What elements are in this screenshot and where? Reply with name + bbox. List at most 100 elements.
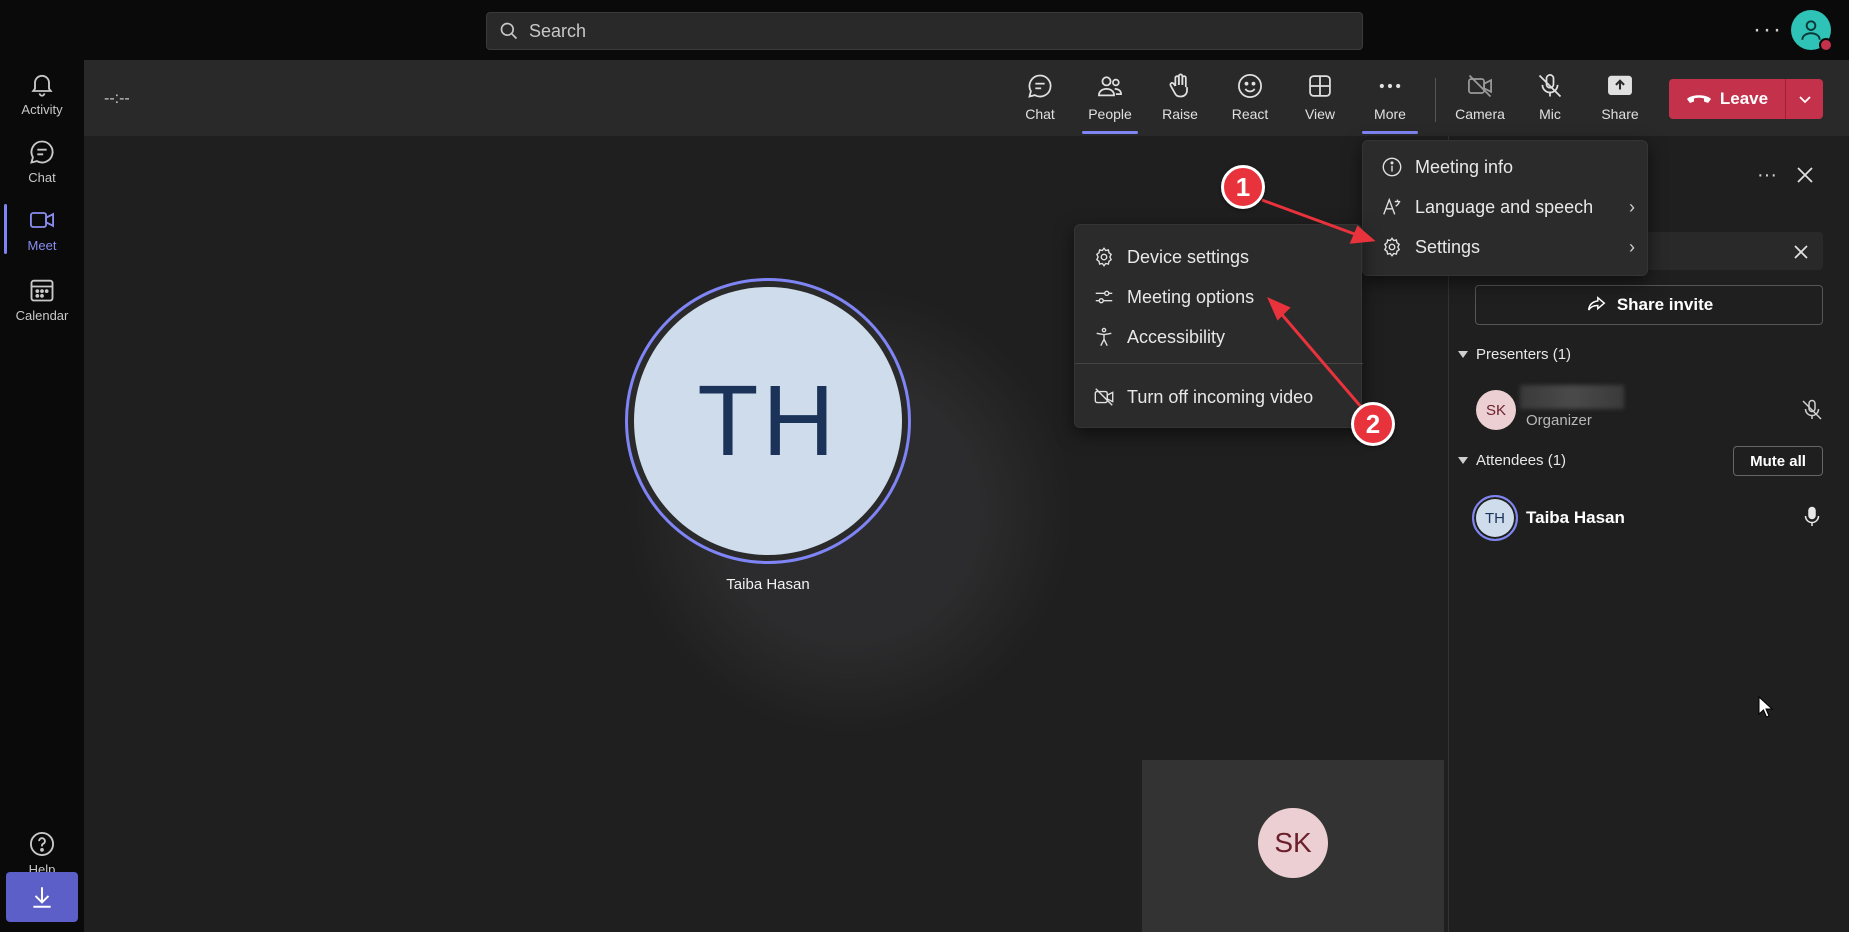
leave-options-dropdown[interactable] bbox=[1786, 79, 1823, 119]
status-badge bbox=[1819, 38, 1833, 52]
caret-down-icon bbox=[1458, 457, 1468, 464]
participant-name: Taiba Hasan bbox=[726, 576, 810, 593]
caret-down-icon bbox=[1458, 351, 1468, 358]
menu-item-device-settings[interactable]: Device settings bbox=[1075, 237, 1363, 277]
participant-tile-main[interactable]: TH bbox=[625, 278, 911, 564]
mic-icon bbox=[1804, 506, 1820, 526]
chevron-right-icon: › bbox=[1629, 236, 1635, 257]
rail-item-label: Meet bbox=[27, 237, 57, 253]
share-screen-icon bbox=[1608, 75, 1632, 96]
app-rail: Activity Chat Meet Calendar Help bbox=[0, 60, 84, 932]
self-video-tile[interactable]: SK bbox=[1142, 760, 1444, 932]
menu-divider bbox=[1075, 363, 1363, 364]
meeting-timer: --:-- bbox=[104, 90, 130, 107]
clear-search-button[interactable] bbox=[1787, 238, 1815, 266]
chat-button[interactable]: Chat bbox=[1010, 72, 1070, 132]
presenter-name-redacted bbox=[1520, 385, 1624, 409]
search-box[interactable]: Search bbox=[486, 12, 1363, 50]
view-button[interactable]: View bbox=[1290, 72, 1350, 132]
chat-icon bbox=[30, 140, 54, 164]
annotation-badge-2: 2 bbox=[1351, 402, 1395, 446]
rail-item-chat[interactable]: Chat bbox=[0, 128, 84, 194]
self-avatar: SK bbox=[1258, 808, 1328, 878]
mute-all-button[interactable]: Mute all bbox=[1733, 446, 1823, 476]
share-button[interactable]: Share bbox=[1590, 72, 1650, 132]
gear-icon bbox=[1383, 237, 1401, 257]
top-bar: Search ··· bbox=[0, 0, 1849, 60]
menu-item-meeting-options[interactable]: Meeting options bbox=[1075, 277, 1363, 317]
chat-label: Chat bbox=[1025, 106, 1055, 122]
chevron-right-icon: › bbox=[1629, 196, 1635, 217]
camera-label: Camera bbox=[1455, 106, 1505, 122]
raise-hand-button[interactable]: Raise bbox=[1150, 72, 1210, 132]
leave-button[interactable]: Leave bbox=[1669, 79, 1785, 119]
video-off-icon bbox=[1094, 388, 1114, 406]
sliders-icon bbox=[1095, 290, 1113, 304]
hand-icon bbox=[1169, 73, 1188, 98]
attendees-label: Attendees (1) bbox=[1476, 452, 1567, 469]
more-label: More bbox=[1374, 106, 1406, 122]
menu-item-accessibility[interactable]: Accessibility bbox=[1075, 317, 1363, 357]
rail-item-activity[interactable]: Activity bbox=[0, 60, 84, 126]
more-button[interactable]: More bbox=[1360, 72, 1420, 134]
more-menu: Meeting info Language and speech › Setti… bbox=[1362, 140, 1648, 276]
help-icon bbox=[29, 831, 55, 856]
menu-item-language-and-speech[interactable]: Language and speech › bbox=[1363, 187, 1649, 227]
share-invite-button[interactable]: Share invite bbox=[1475, 285, 1823, 325]
attendee-avatar: TH bbox=[1472, 495, 1518, 541]
menu-item-label: Language and speech bbox=[1415, 196, 1594, 217]
download-button[interactable] bbox=[6, 872, 78, 922]
menu-item-turn-off-incoming-video[interactable]: Turn off incoming video bbox=[1075, 377, 1363, 417]
panel-more-icon[interactable]: ··· bbox=[1752, 160, 1782, 190]
attendee-name: Taiba Hasan bbox=[1526, 508, 1625, 527]
close-icon bbox=[1794, 245, 1808, 259]
download-icon bbox=[33, 887, 51, 908]
react-label: React bbox=[1231, 106, 1269, 122]
user-avatar[interactable] bbox=[1791, 10, 1833, 52]
mic-label: Mic bbox=[1539, 106, 1561, 122]
people-label: People bbox=[1088, 106, 1132, 122]
annotation-badge-1: 1 bbox=[1221, 165, 1265, 209]
more-horizontal-icon bbox=[1379, 83, 1401, 89]
accessibility-icon bbox=[1096, 327, 1112, 347]
menu-item-label: Accessibility bbox=[1127, 326, 1226, 347]
menu-item-label: Meeting options bbox=[1127, 286, 1255, 307]
emoji-icon bbox=[1238, 74, 1262, 98]
presenter-avatar: SK bbox=[1476, 390, 1516, 430]
toolbar-divider bbox=[1435, 78, 1436, 122]
calendar-icon bbox=[30, 279, 54, 301]
meeting-toolbar: --:-- Chat People Raise React View More … bbox=[84, 60, 1849, 136]
people-button[interactable]: People bbox=[1080, 72, 1140, 134]
rail-item-meet[interactable]: Meet bbox=[0, 196, 84, 262]
video-camera-icon bbox=[29, 211, 55, 228]
presenters-section-toggle[interactable]: Presenters (1) bbox=[1458, 346, 1571, 363]
camera-off-icon bbox=[1468, 74, 1492, 98]
grid-icon bbox=[1309, 75, 1331, 97]
gear-icon bbox=[1095, 247, 1113, 267]
panel-close-button[interactable] bbox=[1790, 160, 1820, 190]
rail-item-label: Activity bbox=[21, 101, 63, 117]
presenters-label: Presenters (1) bbox=[1476, 346, 1572, 363]
rail-item-label: Calendar bbox=[15, 307, 69, 323]
bell-icon bbox=[31, 74, 53, 97]
mic-button[interactable]: Mic bbox=[1520, 72, 1580, 132]
view-label: View bbox=[1304, 106, 1336, 122]
attendees-section-toggle[interactable]: Attendees (1) bbox=[1458, 452, 1566, 469]
mic-off-icon bbox=[1802, 399, 1822, 420]
phone-hangup-icon bbox=[1686, 95, 1711, 103]
menu-item-settings[interactable]: Settings › bbox=[1363, 227, 1649, 267]
presenter-role: Organizer bbox=[1526, 412, 1592, 429]
menu-item-label: Turn off incoming video bbox=[1127, 386, 1314, 407]
menu-item-meeting-info[interactable]: Meeting info bbox=[1363, 147, 1649, 187]
people-icon bbox=[1098, 76, 1122, 97]
share-icon bbox=[1587, 296, 1606, 311]
info-icon bbox=[1382, 157, 1402, 177]
camera-button[interactable]: Camera bbox=[1450, 72, 1510, 132]
react-button[interactable]: React bbox=[1220, 72, 1280, 132]
translate-icon bbox=[1383, 197, 1401, 215]
more-options-icon[interactable]: ··· bbox=[1750, 12, 1786, 48]
rail-item-calendar[interactable]: Calendar bbox=[0, 266, 84, 332]
search-placeholder: Search bbox=[529, 20, 587, 41]
participant-avatar: TH bbox=[634, 287, 902, 555]
rail-item-label: Chat bbox=[28, 169, 56, 185]
